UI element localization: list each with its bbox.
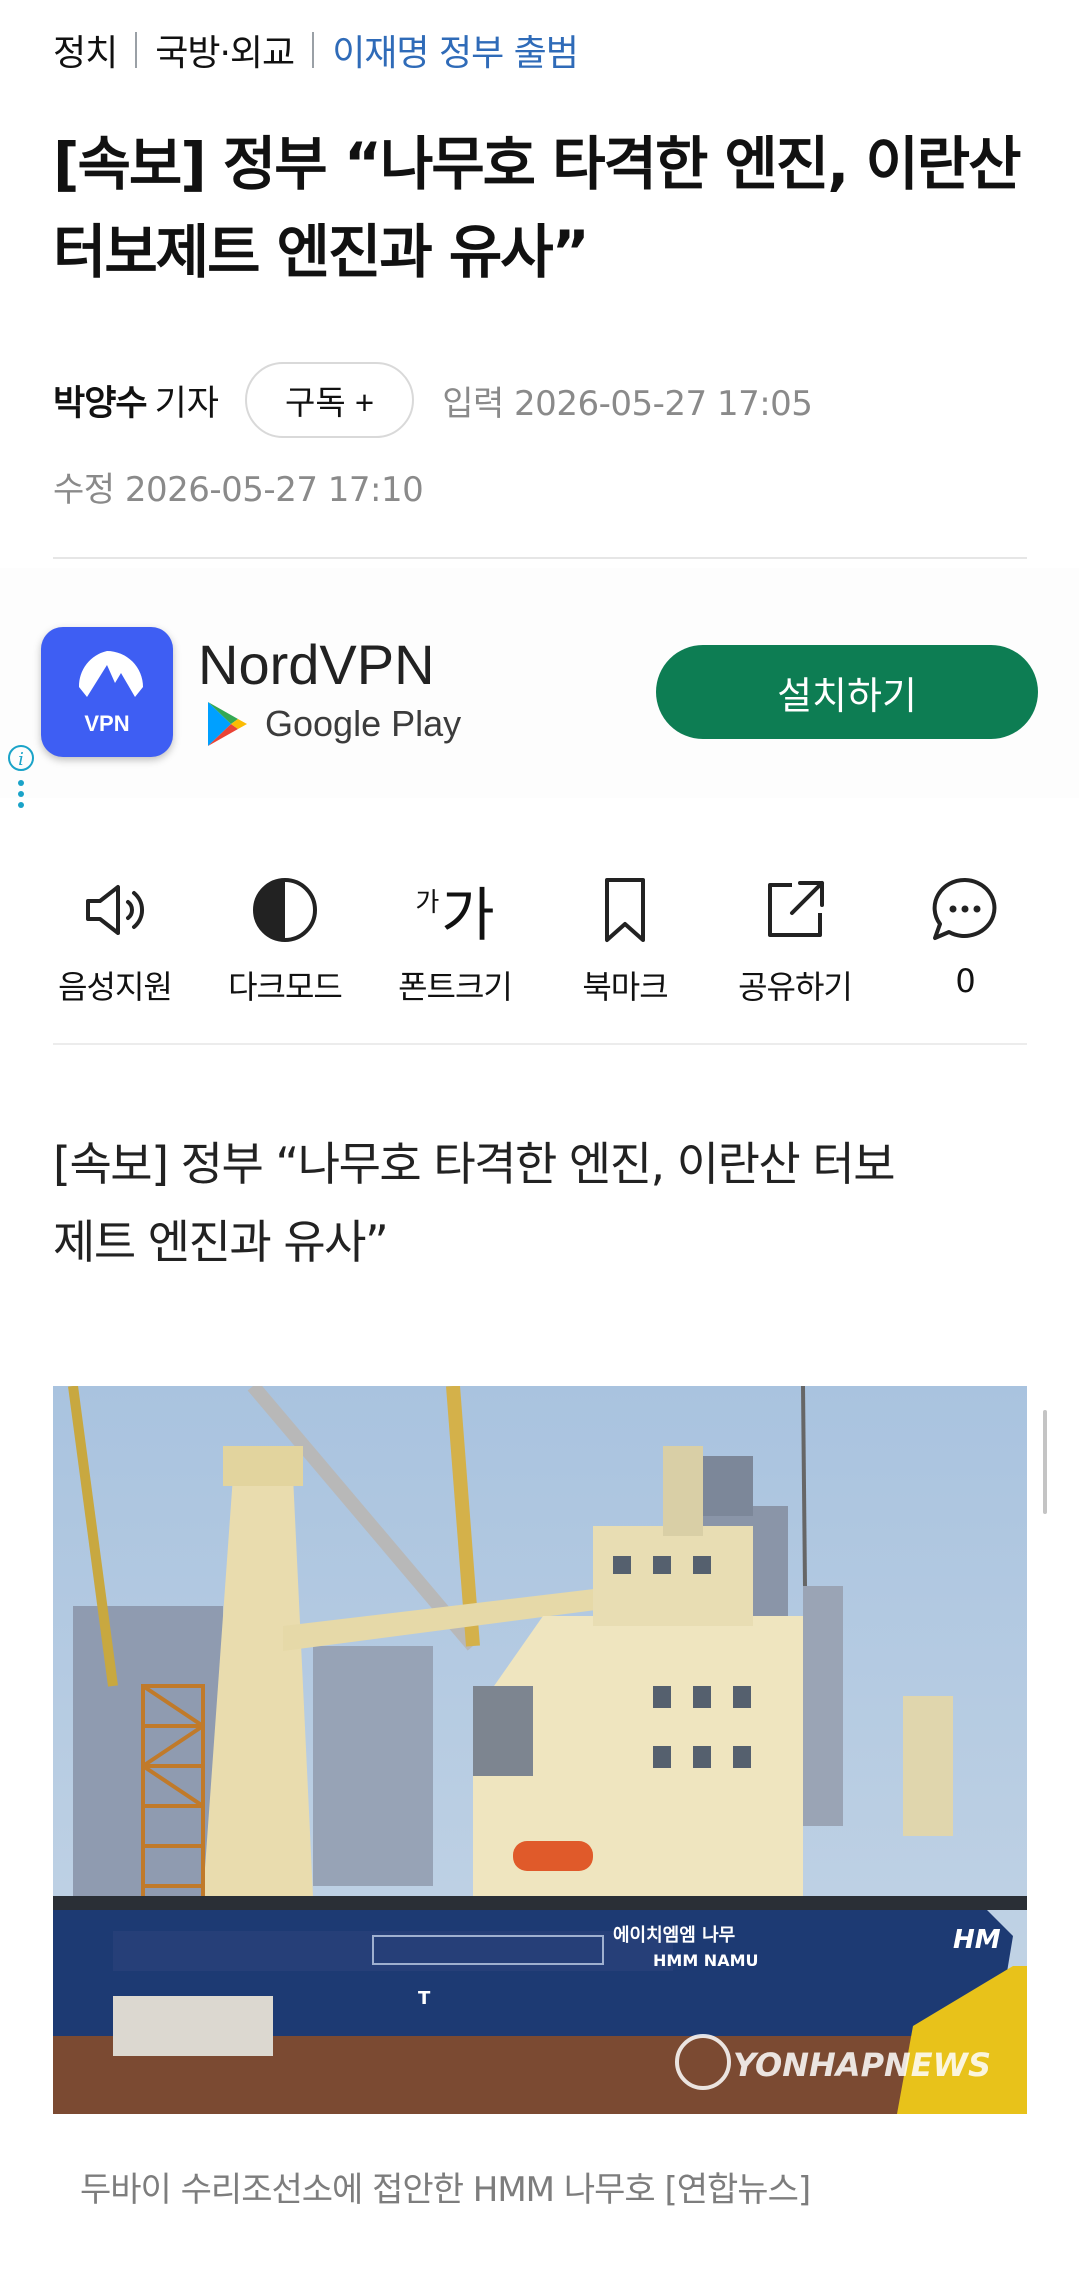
photo-watermark: YONHAPNEWS [733,2046,991,2084]
ad-options-icon[interactable] [18,780,24,813]
store-label: Google Play [265,703,462,744]
scroll-indicator[interactable] [1043,1410,1047,1514]
author-name[interactable]: 박양수 [53,375,148,426]
tts-button[interactable]: 음성지원 [40,870,190,1030]
google-play-icon [208,702,247,746]
comment-icon [929,870,1001,950]
ship-photo: 에이치엠엠 나무 HMM NAMU T HM YONHAPNEWS [53,1386,1027,2114]
divider [53,557,1027,559]
font-glyph-small: 가 [415,888,440,918]
bookmark-icon [595,870,655,950]
article-toolbar: 음성지원 다크모드 가 가 폰트크기 북마크 공유하기 0 [40,870,1040,1030]
breadcrumb-series[interactable]: 이재명 정부 출범 [332,24,579,76]
hull-letters: HM [953,1925,1001,1955]
byline: 박양수 기자 구독 + 입력 2026-05-27 17:05 [53,360,813,440]
tts-label: 음성지원 [58,968,173,1006]
divider [53,1043,1027,1045]
article-photo[interactable]: 에이치엠엠 나무 HMM NAMU T HM YONHAPNEWS [53,1386,1027,2114]
subscribe-button[interactable]: 구독 + [245,362,415,438]
breadcrumb-section[interactable]: 정치 [53,24,118,76]
comment-count: 0 [955,962,975,1000]
comments-button[interactable]: 0 [890,870,1040,1030]
ship-name-kr: 에이치엠엠 나무 [613,1925,735,1946]
breadcrumb-subsection[interactable]: 국방·외교 [155,24,295,76]
dark-mode-label: 다크모드 [228,968,343,1006]
author-role: 기자 [154,383,220,424]
lead-line-1: [속보] 정부 “나무호 타격한 엔진, 이란산 터보 [53,1137,896,1191]
published-date: 입력 2026-05-27 17:05 [442,383,813,424]
install-button[interactable]: 설치하기 [656,645,1038,739]
ad-app-name[interactable]: NordVPN [198,632,435,697]
ad-info-icon[interactable]: i [8,745,34,771]
font-glyph-large: 가 [441,881,495,949]
breadcrumb-divider [312,32,315,68]
share-button[interactable]: 공유하기 [720,870,870,1030]
photo-caption: 두바이 수리조선소에 접안한 HMM 나무호 [연합뉴스] [80,2170,811,2210]
modified-date: 수정 2026-05-27 17:10 [53,470,424,510]
headline-line-2: 터보제트 엔진과 유사” [53,218,590,286]
half-circle-icon [250,870,320,950]
dark-mode-button[interactable]: 다크모드 [210,870,360,1030]
share-label: 공유하기 [738,968,853,1006]
font-size-button[interactable]: 가 가 폰트크기 [380,870,530,1030]
article-lead: [속보] 정부 “나무호 타격한 엔진, 이란산 터보 제트 엔진과 유사” [53,1125,1013,1281]
article-headline: [속보] 정부 “나무호 타격한 엔진, 이란산 터보제트 엔진과 유사” [53,120,1033,296]
lead-line-2: 제트 엔진과 유사” [53,1215,389,1269]
nordvpn-app-icon[interactable]: VPN [41,627,173,757]
font-size-label: 폰트크기 [398,968,513,1006]
share-icon [760,870,830,950]
hull-mark: T [418,1988,431,2009]
bookmark-button[interactable]: 북마크 [550,870,700,1030]
headline-line-1: [속보] 정부 “나무호 타격한 엔진, 이란산 [53,130,1022,198]
ad-store-badge[interactable]: Google Play [205,700,461,748]
app-icon-text: VPN [84,711,130,736]
speaker-icon [80,870,150,950]
article-page: 정치 국방·외교 이재명 정부 출범 [속보] 정부 “나무호 타격한 엔진, … [0,0,1079,2285]
breadcrumb: 정치 국방·외교 이재명 정부 출범 [53,22,579,78]
breadcrumb-divider [135,32,138,68]
ship-name-en: HMM NAMU [653,1951,759,1970]
font-size-icon: 가 가 [415,870,494,950]
bookmark-label: 북마크 [582,968,668,1006]
mountain-logo-icon [78,651,143,697]
